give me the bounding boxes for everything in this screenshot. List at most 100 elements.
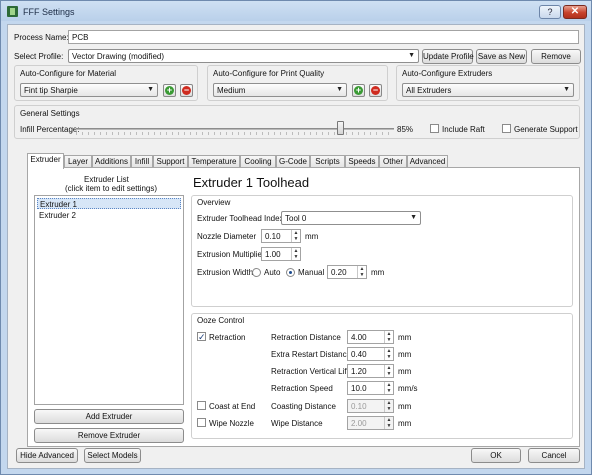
auto-radio-label: Auto xyxy=(264,268,281,277)
retraction-label: Retraction xyxy=(209,333,246,342)
remove-quality-button[interactable]: − xyxy=(369,84,382,97)
close-button[interactable]: ✕ xyxy=(563,5,587,19)
infill-slider-track[interactable] xyxy=(76,128,394,130)
ok-button[interactable]: OK xyxy=(471,448,521,463)
chevron-down-icon: ▼ xyxy=(408,52,415,59)
retraction-checkbox[interactable]: ✓ xyxy=(197,332,206,342)
add-quality-button[interactable]: + xyxy=(352,84,365,97)
nozzle-diameter-input[interactable]: 0.10 ▲ ▼ xyxy=(261,229,301,243)
include-raft-label: Include Raft xyxy=(442,125,485,134)
ooze-row-value: 1.20 xyxy=(351,367,367,376)
nozzle-diameter-unit: mm xyxy=(305,232,319,241)
remove-material-button[interactable]: − xyxy=(180,84,193,97)
spin-arrows-icon[interactable]: ▲ ▼ xyxy=(384,382,393,394)
help-button[interactable]: ? xyxy=(539,5,561,19)
spin-arrows-icon[interactable]: ▲ ▼ xyxy=(384,348,393,360)
list-item[interactable]: Extruder 1 xyxy=(37,198,181,209)
ooze-control-label: Ooze Control xyxy=(197,316,245,325)
toolhead-index-select[interactable]: Tool 0 ▼ xyxy=(281,211,421,225)
ooze-row-value: 4.00 xyxy=(351,333,367,342)
wipe-nozzle-checkbox[interactable] xyxy=(197,418,206,427)
cancel-button[interactable]: Cancel xyxy=(528,448,580,463)
extra-restart-distance-input[interactable]: 0.40 ▲ ▼ xyxy=(347,347,394,361)
toolhead-index-value: Tool 0 xyxy=(285,214,307,223)
ooze-row-label: Extra Restart Distance xyxy=(271,350,352,359)
extrusion-width-label: Extrusion Width xyxy=(197,268,254,277)
infill-percentage-label: Infill Percentage: xyxy=(20,125,80,134)
coasting-distance-input[interactable]: 0.10 ▲ ▼ xyxy=(347,399,394,413)
quality-select[interactable]: Medium ▼ xyxy=(213,83,347,97)
spin-arrows-icon[interactable]: ▲ ▼ xyxy=(384,331,393,343)
plus-icon: + xyxy=(354,85,363,95)
ooze-row-unit: mm/s xyxy=(398,384,418,393)
ooze-row-label: Retraction Speed xyxy=(271,384,333,393)
general-settings-label: General Settings xyxy=(20,109,80,118)
include-raft-checkbox[interactable] xyxy=(430,124,439,133)
retraction-speed-input[interactable]: 10.0 ▲ ▼ xyxy=(347,381,394,395)
ooze-row-unit: mm xyxy=(398,367,412,376)
minus-icon: − xyxy=(182,85,191,95)
toolhead-index-label: Extruder Toolhead Index xyxy=(197,214,284,223)
settings-window: FFF Settings ? ✕ Process Name: PCB Selec… xyxy=(0,0,592,475)
infill-percentage-value: 85% xyxy=(397,125,414,134)
wipe-distance-input[interactable]: 2.00 ▲ ▼ xyxy=(347,416,394,430)
add-material-button[interactable]: + xyxy=(163,84,176,97)
remove-profile-button[interactable]: Remove xyxy=(531,49,581,64)
hide-advanced-button[interactable]: Hide Advanced xyxy=(16,448,78,463)
ooze-row-label: Coasting Distance xyxy=(271,402,336,411)
tab-extruder[interactable]: Extruder xyxy=(27,153,64,169)
update-profile-button[interactable]: Update Profile xyxy=(422,49,474,64)
ooze-row-unit: mm xyxy=(398,419,412,428)
extrusion-width-unit: mm xyxy=(371,268,385,277)
spin-arrows-icon[interactable]: ▲ ▼ xyxy=(384,365,393,377)
spin-arrows-icon[interactable]: ▲ ▼ xyxy=(291,230,300,242)
remove-extruder-button[interactable]: Remove Extruder xyxy=(34,428,184,443)
spin-arrows-icon[interactable]: ▲ ▼ xyxy=(384,400,393,412)
coast-at-end-checkbox[interactable] xyxy=(197,401,206,410)
extrusion-multiplier-input[interactable]: 1.00 ▲ ▼ xyxy=(261,247,301,261)
save-as-new-button[interactable]: Save as New xyxy=(476,49,527,64)
list-item[interactable]: Extruder 2 xyxy=(37,210,181,221)
auto-radio[interactable] xyxy=(252,268,261,277)
process-name-input[interactable]: PCB xyxy=(68,30,579,44)
add-extruder-button[interactable]: Add Extruder xyxy=(34,409,184,424)
material-select-value: Fint tip Sharpie xyxy=(24,86,78,95)
manual-radio-label: Manual xyxy=(298,268,325,277)
process-name-label: Process Name: xyxy=(14,33,69,42)
extruder-list[interactable]: Extruder 1 Extruder 2 xyxy=(34,195,184,405)
ooze-row-value: 10.0 xyxy=(351,384,367,393)
manual-radio[interactable] xyxy=(286,268,295,277)
app-icon xyxy=(7,6,18,17)
dialog-body: Process Name: PCB Select Profile: Vector… xyxy=(7,24,585,469)
extruders-label: Auto-Configure Extruders xyxy=(402,69,493,78)
select-profile-label: Select Profile: xyxy=(14,52,64,61)
generate-support-label: Generate Support xyxy=(514,125,578,134)
ooze-row-value: 0.40 xyxy=(351,350,367,359)
infill-slider-thumb[interactable] xyxy=(337,121,345,135)
nozzle-diameter-label: Nozzle Diameter xyxy=(197,232,257,241)
generate-support-checkbox[interactable] xyxy=(502,124,511,133)
spin-arrows-icon[interactable]: ▲ ▼ xyxy=(291,248,300,260)
retraction-distance-input[interactable]: 4.00 ▲ ▼ xyxy=(347,330,394,344)
ooze-row-label: Wipe Distance xyxy=(271,419,323,428)
overview-label: Overview xyxy=(197,198,231,207)
select-models-button[interactable]: Select Models xyxy=(84,448,141,463)
quality-label: Auto-Configure for Print Quality xyxy=(213,69,325,78)
coast-at-end-label: Coast at End xyxy=(209,402,256,411)
chevron-down-icon: ▼ xyxy=(563,86,570,93)
toolhead-heading: Extruder 1 Toolhead xyxy=(193,175,310,190)
window-title: FFF Settings xyxy=(23,7,75,17)
profile-select[interactable]: Vector Drawing (modified) ▼ xyxy=(68,49,419,63)
nozzle-diameter-value: 0.10 xyxy=(265,232,281,241)
extrusion-width-value: 0.20 xyxy=(331,268,347,277)
spin-arrows-icon[interactable]: ▲ ▼ xyxy=(384,417,393,429)
title-bar[interactable]: FFF Settings ? ✕ xyxy=(1,1,591,23)
material-select[interactable]: Fint tip Sharpie ▼ xyxy=(20,83,158,97)
extruders-select[interactable]: All Extruders ▼ xyxy=(402,83,574,97)
extrusion-multiplier-value: 1.00 xyxy=(265,250,281,259)
spin-arrows-icon[interactable]: ▲ ▼ xyxy=(357,266,366,278)
ooze-row-value: 2.00 xyxy=(351,419,367,428)
extrusion-width-input[interactable]: 0.20 ▲ ▼ xyxy=(327,265,367,279)
retraction-vertical-lift-input[interactable]: 1.20 ▲ ▼ xyxy=(347,364,394,378)
ooze-row-unit: mm xyxy=(398,350,412,359)
